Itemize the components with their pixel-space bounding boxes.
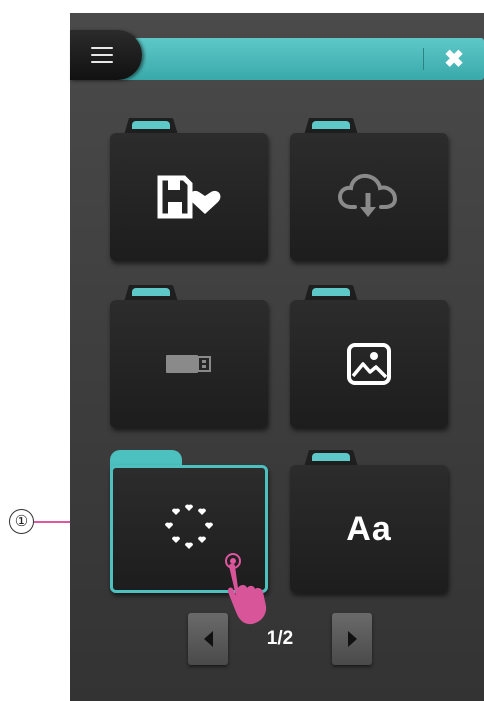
folder-usb[interactable]: [110, 285, 268, 437]
previous-page-button[interactable]: [188, 613, 228, 665]
folder-text[interactable]: Aa: [290, 450, 448, 602]
close-x-icon: ✖: [443, 46, 465, 73]
folder-favorites[interactable]: [110, 118, 268, 270]
next-page-button[interactable]: [332, 613, 372, 665]
text-font-icon: Aa: [346, 509, 392, 548]
folder-cloud[interactable]: [290, 118, 448, 270]
page-indicator: 1/2: [266, 628, 294, 649]
usb-drive-icon: [166, 355, 211, 373]
right-arrow-icon: [347, 631, 357, 647]
favorites-save-heart-icon: [157, 175, 221, 219]
picture-image-icon: [347, 343, 391, 385]
callout-marker: ①: [9, 509, 34, 534]
hamburger-menu-icon: [91, 47, 113, 63]
menu-button[interactable]: [70, 30, 142, 80]
folder-patterns-selected[interactable]: ✔: [110, 450, 268, 625]
folder-pictures[interactable]: [290, 285, 448, 437]
pager: 1/2: [188, 613, 372, 665]
top-bar-divider: [423, 48, 424, 70]
close-button[interactable]: ✖: [434, 42, 474, 78]
heart-circle-pattern-icon: [165, 504, 213, 549]
device-screen: ✖ Aa 1/2: [70, 13, 484, 701]
left-arrow-icon: [203, 631, 213, 647]
cloud-download-icon: [337, 173, 398, 217]
